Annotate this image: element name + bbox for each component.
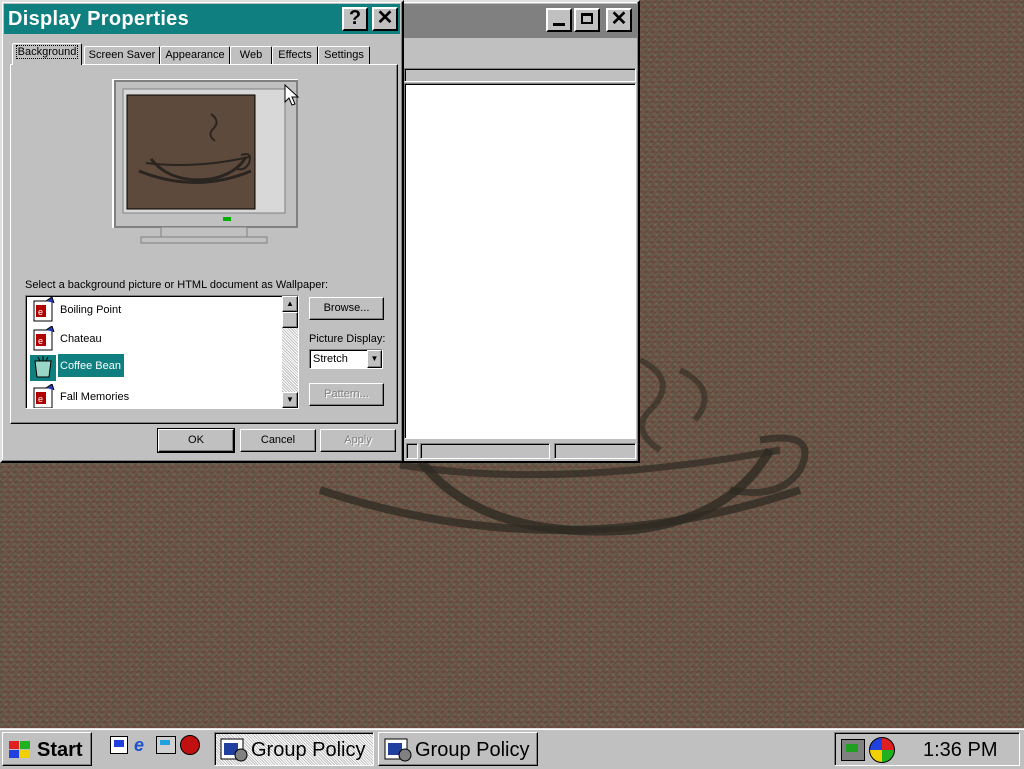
- minimize-button[interactable]: [546, 8, 572, 32]
- tab-panel: Select a background picture or HTML docu…: [10, 64, 398, 424]
- tab-label: Effects: [278, 49, 312, 61]
- tab-label: Web: [239, 49, 263, 61]
- bitmap-image-icon: [30, 355, 56, 381]
- browse-button-label: Browse...: [323, 302, 370, 314]
- start-button[interactable]: Start: [2, 732, 92, 766]
- status-bar: [404, 441, 636, 461]
- svg-text:e: e: [38, 336, 43, 346]
- tab-settings[interactable]: Settings: [318, 46, 370, 64]
- close-icon: ✕: [376, 7, 394, 29]
- outlook-express-icon[interactable]: [180, 735, 200, 755]
- list-item-label: Chateau: [60, 333, 102, 345]
- taskbar-task-group-policy-1[interactable]: Group Policy: [214, 732, 374, 766]
- taskbar-task-group-policy-2[interactable]: Group Policy: [378, 732, 538, 766]
- network-icon[interactable]: [869, 737, 895, 763]
- html-document-icon: e: [33, 297, 55, 322]
- desktop-icon[interactable]: [110, 736, 128, 754]
- scroll-up-button[interactable]: ▲: [282, 296, 298, 312]
- cancel-button-label: Cancel: [260, 434, 296, 446]
- browse-button[interactable]: Browse...: [309, 297, 384, 320]
- group-policy-icon: [220, 738, 248, 762]
- task-label: Group Policy: [251, 739, 366, 761]
- apply-button[interactable]: Apply: [320, 429, 396, 452]
- wallpaper-prompt: Select a background picture or HTML docu…: [25, 279, 329, 291]
- monitor-preview: [112, 79, 298, 244]
- wallpaper-list[interactable]: e Boiling Point e Chateau Coffee Bean e …: [25, 295, 299, 409]
- tab-label: Appearance: [165, 49, 225, 61]
- list-item-label: Boiling Point: [60, 304, 122, 316]
- list-item[interactable]: e Chateau: [28, 325, 288, 352]
- html-document-icon: e: [33, 326, 55, 351]
- start-label: Start: [37, 739, 83, 761]
- close-button[interactable]: ✕: [372, 7, 398, 31]
- list-item[interactable]: e Boiling Point: [28, 296, 288, 323]
- ok-button-label: OK: [188, 434, 204, 446]
- toolbar: [404, 40, 636, 64]
- taskbar: Start e Group Policy Group Policy 1:36 P…: [0, 728, 1024, 769]
- dropdown-button[interactable]: ▼: [367, 350, 382, 368]
- list-item-label: Coffee Bean: [58, 354, 124, 377]
- maximize-icon: [581, 13, 593, 24]
- down-arrow-icon: ▼: [286, 395, 294, 404]
- tab-appearance[interactable]: Appearance: [160, 46, 230, 64]
- background-window[interactable]: ✕: [400, 0, 640, 463]
- group-policy-icon: [384, 738, 412, 762]
- vertical-scrollbar[interactable]: ▲ ▼: [282, 296, 298, 408]
- scroll-down-button[interactable]: ▼: [282, 392, 298, 408]
- picture-display-select[interactable]: Stretch ▼: [309, 349, 383, 369]
- close-icon: ✕: [610, 8, 628, 30]
- title-bar[interactable]: Display Properties ? ✕: [4, 4, 400, 34]
- help-icon: ?: [348, 7, 362, 29]
- tab-label: Background: [15, 45, 79, 59]
- chevron-down-icon: ▼: [370, 354, 379, 363]
- pattern-button[interactable]: Pattern...: [309, 383, 384, 406]
- inactive-title-bar[interactable]: [402, 4, 638, 38]
- system-tray: 1:36 PM: [834, 732, 1020, 766]
- internet-explorer-icon[interactable]: e: [134, 735, 144, 756]
- picture-display-value: Stretch: [313, 353, 348, 365]
- tab-web[interactable]: Web: [230, 46, 272, 64]
- tab-background[interactable]: Background: [12, 43, 82, 65]
- dialog-title: Display Properties: [8, 8, 190, 30]
- task-label: Group Policy: [415, 739, 530, 761]
- tab-effects[interactable]: Effects: [272, 46, 318, 64]
- list-item-label: Fall Memories: [60, 391, 130, 403]
- tab-label: Screen Saver: [88, 49, 156, 61]
- maximize-button[interactable]: [574, 8, 600, 32]
- minimize-icon: [553, 23, 565, 26]
- tab-label: Settings: [324, 49, 364, 61]
- windows-logo-icon: [9, 741, 30, 758]
- pattern-button-label: Pattern...: [324, 388, 369, 400]
- ok-button[interactable]: OK: [158, 429, 234, 452]
- list-item-selected[interactable]: Coffee Bean: [28, 354, 288, 381]
- scroll-thumb[interactable]: [282, 312, 298, 328]
- header-strip: [404, 68, 636, 82]
- content-pane[interactable]: [404, 83, 636, 439]
- tab-screen-saver[interactable]: Screen Saver: [84, 46, 160, 64]
- apply-button-label: Apply: [344, 434, 372, 446]
- svg-text:e: e: [38, 307, 43, 317]
- svg-text:e: e: [38, 394, 43, 404]
- clock[interactable]: 1:36 PM: [923, 739, 997, 762]
- quick-launch-bar: e: [104, 733, 204, 763]
- html-document-icon: e: [33, 384, 55, 408]
- mouse-cursor-icon: [284, 84, 300, 106]
- cancel-button[interactable]: Cancel: [240, 429, 316, 452]
- channels-icon[interactable]: [156, 736, 176, 754]
- list-item[interactable]: e Fall Memories: [28, 383, 288, 408]
- close-button[interactable]: ✕: [606, 8, 632, 32]
- up-arrow-icon: ▲: [286, 299, 294, 308]
- help-button[interactable]: ?: [342, 7, 368, 31]
- scheduled-task-icon[interactable]: [841, 739, 865, 761]
- picture-display-label: Picture Display:: [309, 333, 386, 345]
- display-properties-dialog[interactable]: Display Properties ? ✕ Background Screen…: [0, 0, 404, 463]
